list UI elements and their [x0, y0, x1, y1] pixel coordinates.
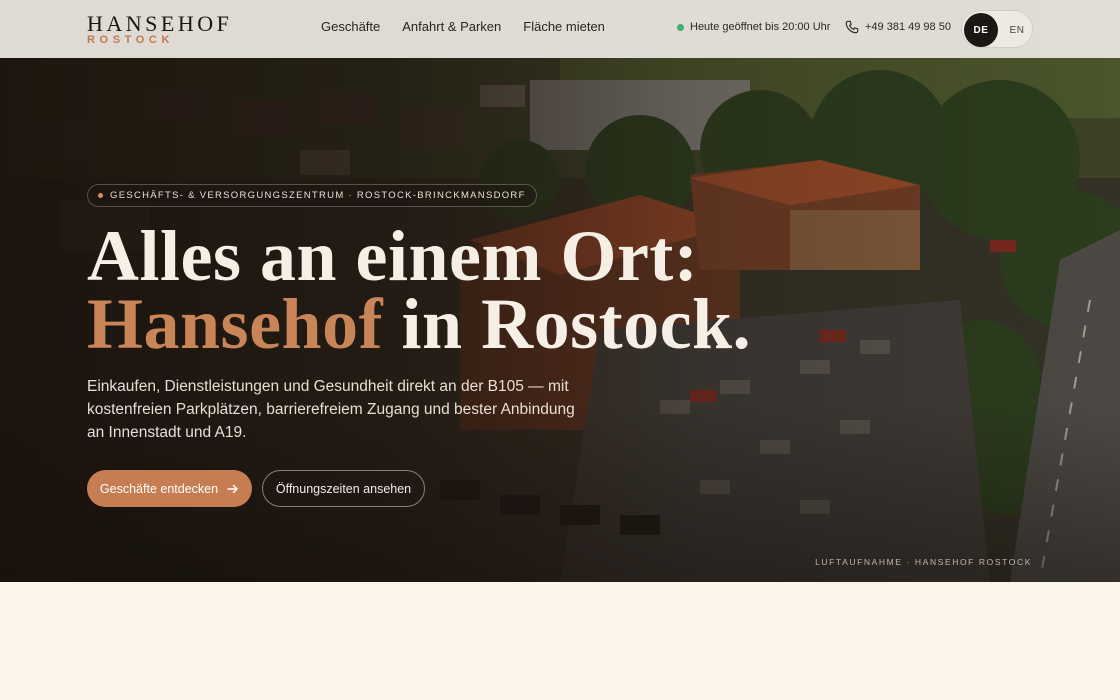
opening-status: Heute geöffnet bis 20:00 Uhr: [677, 21, 830, 33]
phone-number: +49 381 49 98 50: [865, 21, 951, 33]
phone-icon: [845, 20, 859, 34]
discover-shops-button[interactable]: Geschäfte entdecken: [87, 470, 252, 507]
nav-item-shops[interactable]: Geschäfte: [321, 19, 380, 34]
language-en-button[interactable]: EN: [1002, 13, 1032, 47]
brand-logo[interactable]: HANSEHOF ROSTOCK: [87, 11, 233, 47]
headline-line-2: in Rostock.: [383, 284, 752, 364]
language-switcher: DE EN: [961, 10, 1033, 48]
opening-status-text: Heute geöffnet bis 20:00 Uhr: [690, 21, 831, 33]
headline-accent: Hansehof: [87, 284, 384, 364]
discover-shops-label: Geschäfte entdecken: [99, 481, 219, 496]
brand-name: HANSEHOF: [87, 11, 233, 36]
opening-hours-label: Öffnungszeiten ansehen: [275, 481, 412, 496]
arrow-right-icon: [227, 484, 238, 493]
hero-section: GESCHÄFTS- & VERSORGUNGSZENTRUM · ROSTOC…: [0, 0, 1120, 582]
eyebrow-text: GESCHÄFTS- & VERSORGUNGSZENTRUM · ROSTOC…: [110, 190, 526, 201]
language-de-button[interactable]: DE: [964, 13, 998, 47]
main-nav: Geschäfte Anfahrt & Parken Fläche mieten: [321, 19, 605, 34]
phone-link[interactable]: +49 381 49 98 50: [845, 20, 951, 34]
hero-eyebrow-badge: GESCHÄFTS- & VERSORGUNGSZENTRUM · ROSTOC…: [87, 184, 537, 207]
eyebrow-dot-icon: [98, 193, 103, 198]
hero-lead-text: Einkaufen, Dienstleistungen und Gesundhe…: [87, 378, 575, 441]
open-status-dot-icon: [677, 23, 684, 31]
nav-item-directions-parking[interactable]: Anfahrt & Parken: [402, 19, 501, 34]
content-area: [0, 582, 1120, 700]
opening-hours-button[interactable]: Öffnungszeiten ansehen: [262, 470, 425, 507]
site-header: HANSEHOF ROSTOCK Geschäfte Anfahrt & Par…: [0, 0, 1120, 58]
nav-item-rent-space[interactable]: Fläche mieten: [523, 19, 605, 34]
photo-caption: LUFTAUFNAHME · HANSEHOF ROSTOCK: [815, 557, 1032, 567]
hero-headline: Alles an einem Ort: Hansehof in Rostock.: [87, 220, 751, 360]
